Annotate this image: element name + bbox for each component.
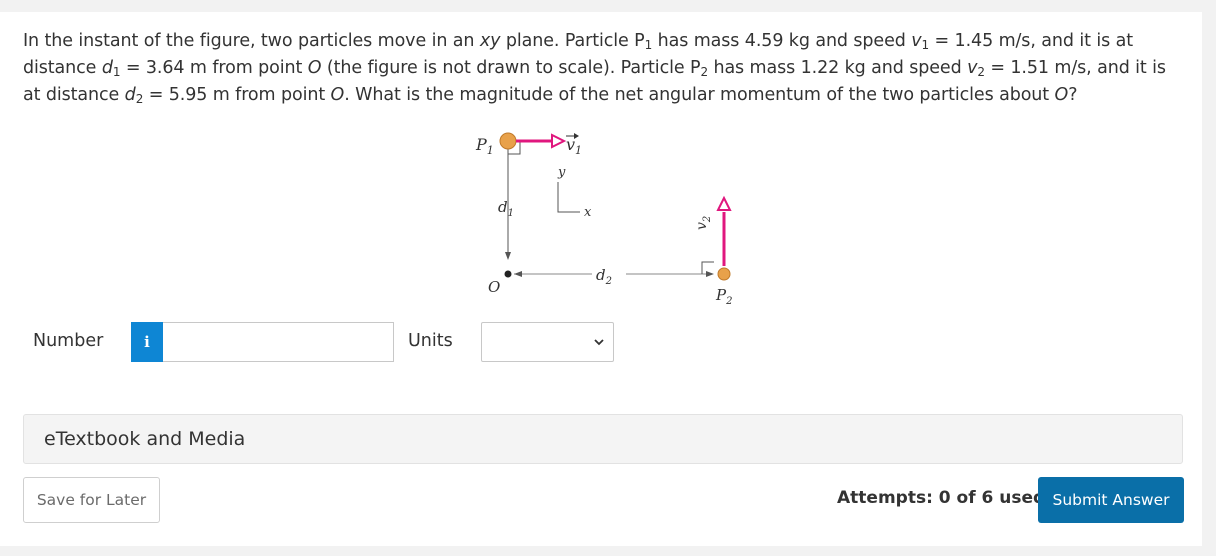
particle-p2 — [717, 267, 731, 281]
etextbook-media-panel[interactable]: eTextbook and Media — [23, 414, 1183, 464]
label-d1: d1 — [498, 198, 514, 219]
physics-figure: P1 v1 y x d1 O d2 P2 v2 — [475, 132, 732, 307]
label-p2: P2 — [715, 286, 732, 307]
submit-answer-button[interactable]: Submit Answer — [1038, 477, 1184, 523]
label-o: O — [488, 278, 500, 296]
v1-arrowhead — [551, 133, 567, 149]
axis-label-y: y — [557, 165, 566, 180]
particle-p1 — [499, 132, 517, 150]
units-label: Units — [408, 331, 453, 351]
axes — [557, 182, 580, 213]
v2-arrowhead — [716, 195, 732, 211]
attempts-counter: Attempts: 0 of 6 used — [837, 488, 1046, 508]
etextbook-media-label: eTextbook and Media — [44, 428, 246, 450]
label-v2: v2 — [694, 216, 713, 230]
info-icon[interactable]: i — [131, 322, 163, 362]
number-label: Number — [33, 331, 104, 351]
chevron-down-icon — [594, 339, 604, 346]
question-card: In the instant of the figure, two partic… — [0, 12, 1202, 546]
units-select[interactable] — [481, 322, 614, 362]
save-for-later-button[interactable]: Save for Later — [23, 477, 160, 523]
axis-label-x: x — [584, 205, 592, 220]
d1-arrow-bottom — [505, 252, 511, 260]
point-o — [504, 270, 512, 278]
question-text: In the instant of the figure, two partic… — [23, 31, 1166, 106]
number-input[interactable] — [163, 322, 394, 362]
label-p1: P1 — [475, 135, 494, 157]
